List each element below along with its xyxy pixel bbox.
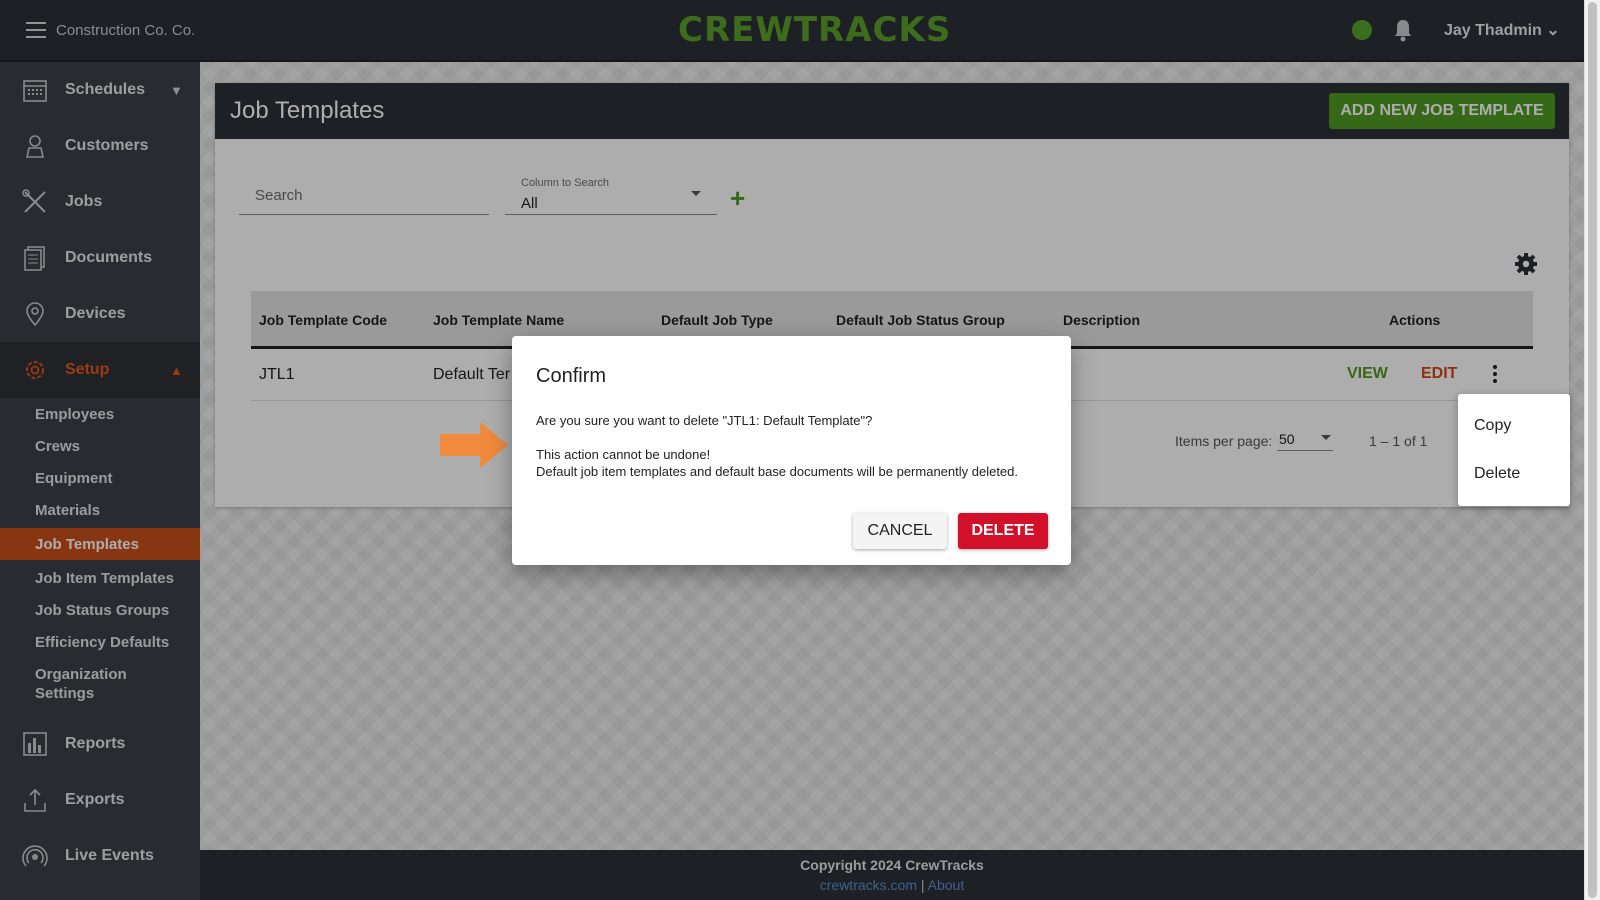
menu-item-copy[interactable]: Copy bbox=[1458, 402, 1570, 450]
menu-item-delete[interactable]: Delete bbox=[1458, 450, 1570, 498]
dialog-warning: This action cannot be undone! bbox=[536, 447, 711, 462]
arrow-right-icon bbox=[440, 422, 508, 468]
row-context-menu: Copy Delete bbox=[1458, 394, 1570, 506]
dialog-title: Confirm bbox=[536, 365, 607, 387]
dialog-question: Are you sure you want to delete "JTL1: D… bbox=[536, 413, 873, 428]
dialog-warning-detail: Default job item templates and default b… bbox=[536, 464, 1019, 479]
vertical-scrollbar[interactable] bbox=[1584, 0, 1600, 900]
scrollbar-thumb[interactable] bbox=[1588, 2, 1597, 898]
delete-button[interactable]: DELETE bbox=[958, 513, 1048, 549]
cancel-button[interactable]: CANCEL bbox=[853, 513, 947, 549]
confirm-dialog: Confirm Are you sure you want to delete … bbox=[512, 336, 1071, 565]
